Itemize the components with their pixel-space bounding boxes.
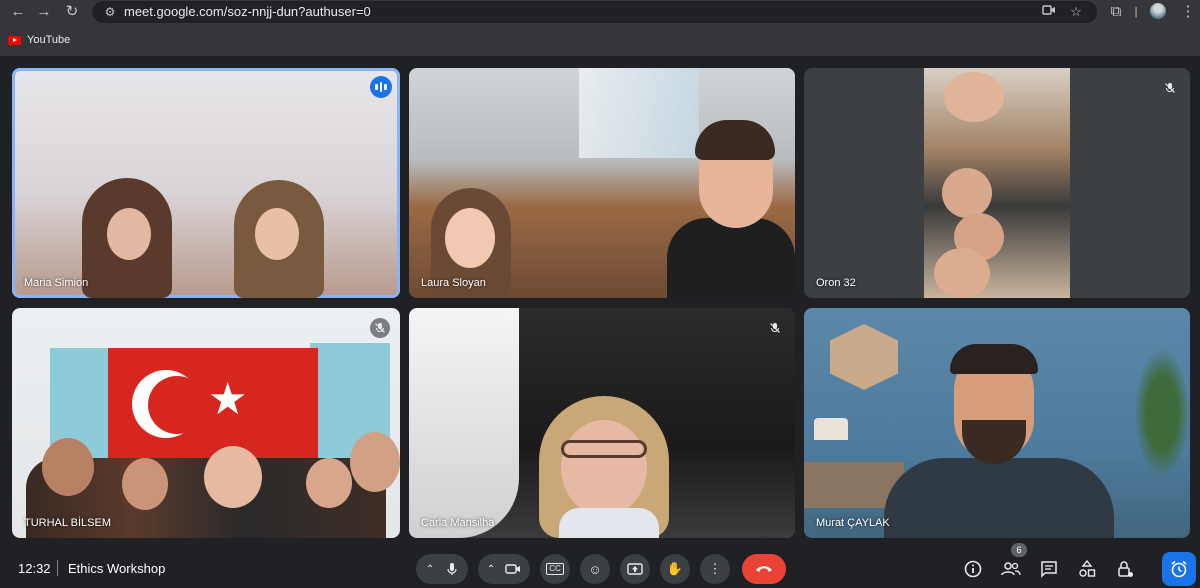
timer-button[interactable] (1162, 552, 1196, 586)
video-feed (255, 208, 299, 260)
address-bar[interactable]: ⚙ meet.google.com/soz-nnjj-dun?authuser=… (92, 1, 1097, 23)
participant-name: TURHAL BİLSEM (24, 517, 112, 529)
site-settings-icon[interactable]: ⚙ (102, 4, 118, 20)
lamp (814, 418, 848, 440)
extensions-icon[interactable]: ⧉ (1106, 2, 1126, 22)
bookmark-label: YouTube (27, 34, 71, 46)
info-icon[interactable] (962, 558, 984, 580)
participant-tile-maria[interactable]: Maria Simion (12, 68, 400, 298)
video-feed (942, 168, 992, 218)
video-feed (445, 208, 495, 268)
activities-icon[interactable] (1076, 558, 1098, 580)
star-icon[interactable]: ☆ (1068, 4, 1084, 20)
browser-toolbar: ← → ↻ ⚙ meet.google.com/soz-nnjj-dun?aut… (0, 0, 1200, 56)
mic-icon[interactable] (446, 562, 458, 576)
timer-icon (1171, 560, 1187, 578)
chat-icon[interactable] (1038, 558, 1060, 580)
mic-off-icon (370, 318, 390, 338)
car-window (409, 308, 519, 538)
separator-icon: | (1134, 6, 1138, 18)
meeting-clock: 12:32 (18, 561, 51, 576)
emoji-icon: ☺ (588, 561, 602, 577)
menu-icon[interactable]: ⋮ (1178, 2, 1198, 22)
participant-tile-carla[interactable]: Carla Mansilha (409, 308, 795, 538)
participant-name: Oron 32 (816, 277, 856, 289)
captions-icon: CC (546, 563, 564, 575)
participant-tile-oron[interactable]: Oron 32 (804, 68, 1190, 298)
participant-name: Laura Sloyan (421, 277, 486, 289)
camera-control-group: ⌃ (478, 554, 530, 584)
forward-icon[interactable]: → (34, 2, 54, 22)
wall-decor (830, 324, 898, 390)
video-feed (667, 218, 795, 298)
video-feed (306, 458, 352, 508)
youtube-icon (8, 35, 21, 45)
raise-hand-button[interactable]: ✋ (660, 554, 690, 584)
camera-icon[interactable] (1042, 4, 1058, 20)
more-options-button[interactable]: ⋮ (700, 554, 730, 584)
video-feed (350, 432, 400, 492)
video-feed (107, 208, 151, 260)
reload-icon[interactable]: ↻ (62, 2, 82, 22)
camera-options-chevron[interactable]: ⌃ (487, 564, 495, 575)
video-feed (122, 458, 168, 510)
bookmark-youtube[interactable]: YouTube (8, 32, 70, 48)
mic-off-icon (765, 318, 785, 338)
raise-hand-icon: ✋ (666, 561, 684, 576)
participant-tile-turhal[interactable]: ★ TURHAL BİLSEM (12, 308, 400, 538)
ceiling-light (579, 68, 699, 158)
leave-call-button[interactable] (742, 554, 786, 584)
url-text[interactable]: meet.google.com/soz-nnjj-dun?authuser=0 (124, 4, 371, 19)
mic-off-icon (1160, 78, 1180, 98)
video-feed (944, 72, 1004, 122)
video-feed (695, 120, 775, 160)
speaking-indicator (370, 76, 392, 98)
mic-options-chevron[interactable]: ⌃ (426, 564, 434, 575)
participant-name: Carla Mansilha (421, 517, 495, 529)
participant-name: Murat ÇAYLAK (816, 517, 890, 529)
flag-crescent-cut (148, 376, 206, 434)
captions-button[interactable]: CC (540, 554, 570, 584)
more-options-icon: ⋮ (708, 561, 722, 576)
profile-avatar[interactable] (1150, 3, 1166, 19)
video-feed (561, 420, 647, 516)
present-icon (627, 562, 643, 575)
video-feed (884, 458, 1114, 538)
plant (1134, 348, 1190, 478)
present-button[interactable] (620, 554, 650, 584)
flag-star: ★ (208, 375, 248, 424)
video-feed (950, 344, 1038, 374)
participant-name: Maria Simion (24, 277, 89, 289)
mic-control-group: ⌃ (416, 554, 468, 584)
leave-call-icon (756, 566, 772, 572)
glasses-icon (561, 440, 647, 458)
participant-tile-murat[interactable]: Murat ÇAYLAK (804, 308, 1190, 538)
host-controls-icon[interactable] (1114, 558, 1136, 580)
video-feed (934, 248, 990, 298)
back-icon[interactable]: ← (8, 2, 28, 22)
video-feed (42, 438, 94, 496)
camera-icon[interactable] (505, 563, 521, 575)
divider (57, 560, 58, 576)
emoji-button[interactable]: ☺ (580, 554, 610, 584)
people-icon[interactable] (1000, 558, 1022, 580)
participant-tile-laura[interactable]: Laura Sloyan (409, 68, 795, 298)
video-feed (204, 446, 262, 508)
participant-count-badge: 6 (1011, 543, 1027, 557)
video-feed (559, 508, 659, 538)
meeting-title: Ethics Workshop (68, 561, 166, 576)
